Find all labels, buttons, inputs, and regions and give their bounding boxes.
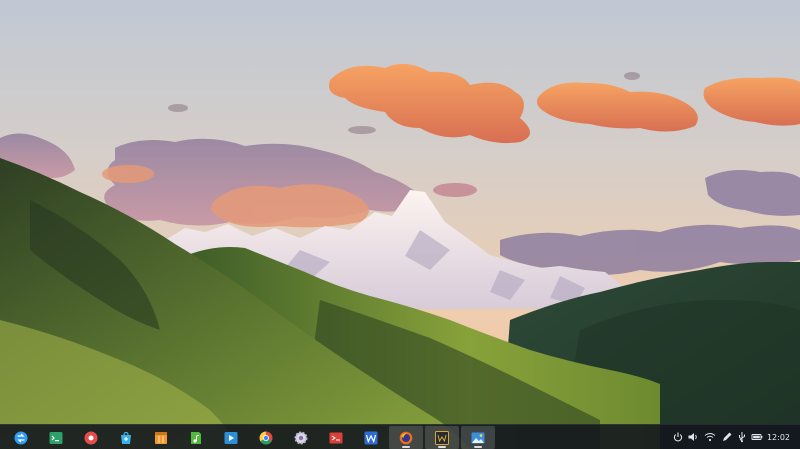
dock-app-archive-manager[interactable] <box>144 426 178 449</box>
dock-app-image-viewer[interactable] <box>461 426 495 449</box>
chrome-icon <box>259 431 273 444</box>
system-tray: 12:02 <box>670 425 800 449</box>
firefox-icon <box>399 431 413 444</box>
usb-icon[interactable] <box>736 431 748 443</box>
battery-icon[interactable] <box>751 431 763 443</box>
writer-icon <box>364 431 378 444</box>
dock-app-video-player[interactable] <box>214 426 248 449</box>
video-icon <box>224 431 238 444</box>
clock[interactable]: 12:02 <box>767 425 790 449</box>
dock-app-editor[interactable] <box>425 426 459 449</box>
launcher-icon <box>14 431 28 444</box>
power-icon[interactable] <box>672 431 684 443</box>
dock-app-settings[interactable] <box>284 426 318 449</box>
dock-app-music[interactable] <box>179 426 213 449</box>
dock-app-screen-recorder[interactable] <box>74 426 108 449</box>
taskbar: 12:02 <box>0 424 800 449</box>
dock-app-chrome[interactable] <box>249 426 283 449</box>
gear-icon <box>294 431 308 444</box>
dock-app-remote-desktop[interactable] <box>319 426 353 449</box>
dock-app-terminal[interactable] <box>39 426 73 449</box>
volume-icon[interactable] <box>687 431 699 443</box>
music-icon <box>191 431 201 444</box>
editor-icon <box>435 430 449 445</box>
dock-app-launcher[interactable] <box>4 426 38 449</box>
terminal-icon <box>49 431 63 444</box>
image-viewer-icon <box>471 432 485 443</box>
dock-app-firefox[interactable] <box>389 426 423 449</box>
desktop[interactable]: 12:02 <box>0 0 800 449</box>
pen-icon[interactable] <box>721 431 733 443</box>
dock-app-store[interactable] <box>109 426 143 449</box>
dock-app-wps-writer[interactable] <box>354 426 388 449</box>
wifi-icon[interactable] <box>704 431 716 443</box>
store-icon <box>121 431 131 444</box>
record-icon <box>84 431 98 444</box>
remote-icon <box>329 432 343 443</box>
wallpaper-image <box>0 0 800 449</box>
archive-icon <box>155 431 167 444</box>
